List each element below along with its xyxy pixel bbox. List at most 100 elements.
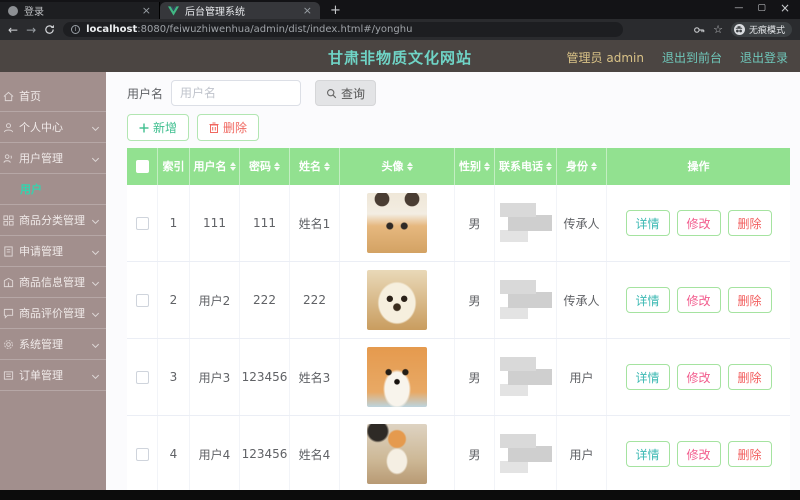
browser-tab-admin[interactable]: 后台管理系统 × xyxy=(160,2,320,19)
chevron-down-icon xyxy=(91,216,100,224)
maximize-button[interactable]: ▢ xyxy=(757,3,766,13)
search-icon xyxy=(327,88,337,98)
profile-icon xyxy=(2,121,14,133)
chevron-down-icon xyxy=(91,247,100,255)
address-bar[interactable]: i localhost:8080/feiwuzhiwenhua/admin/di… xyxy=(63,22,624,37)
sidebar-item-personal-center[interactable]: 个人中心 xyxy=(0,112,106,143)
col-name[interactable]: 姓名 xyxy=(290,148,340,185)
chevron-down-icon xyxy=(91,371,100,379)
row-delete-button[interactable]: 删除 xyxy=(727,364,772,390)
col-username[interactable]: 用户名 xyxy=(190,148,240,185)
bookmark-star-icon[interactable]: ☆ xyxy=(713,23,723,36)
close-window-button[interactable]: × xyxy=(780,1,790,15)
detail-button[interactable]: 详情 xyxy=(625,287,670,313)
sidebar-item-product-category[interactable]: 商品分类管理 xyxy=(0,205,106,236)
forward-icon[interactable]: → xyxy=(26,24,36,36)
row-checkbox[interactable] xyxy=(135,370,149,384)
col-avatar[interactable]: 头像 xyxy=(340,148,455,185)
col-index: 索引 xyxy=(158,148,190,185)
row-delete-button[interactable]: 删除 xyxy=(727,210,772,236)
query-button[interactable]: 查询 xyxy=(315,80,377,106)
cell-name: 姓名3 xyxy=(290,339,340,415)
col-identity[interactable]: 身份 xyxy=(557,148,607,185)
cell-password: 111 xyxy=(240,185,290,261)
review-icon xyxy=(2,307,14,319)
sort-icon[interactable] xyxy=(591,162,597,171)
url-path: :8080/feiwuzhiwenhua/admin/dist/index.ht… xyxy=(137,24,413,35)
admin-user-label: 管理员 admin xyxy=(566,51,644,65)
browser-tab-login[interactable]: 登录 × xyxy=(0,2,160,19)
cell-gender: 男 xyxy=(455,339,495,415)
edit-button[interactable]: 修改 xyxy=(676,364,721,390)
close-tab-icon[interactable]: × xyxy=(303,4,312,17)
cell-index: 4 xyxy=(158,416,190,492)
order-icon xyxy=(2,369,14,381)
table-row: 2 用户2 222 222 男 传承人 详情 修改 删除 xyxy=(127,262,790,339)
logout-link[interactable]: 退出登录 xyxy=(740,49,788,66)
action-buttons: 新增 删除 xyxy=(127,114,260,141)
main-content: 用户名 查询 新增 删除 索引 用户名 密码 xyxy=(106,72,800,500)
minimize-button[interactable]: — xyxy=(734,3,743,13)
sidebar-item-home[interactable]: 首页 xyxy=(0,81,106,112)
sidebar-item-application-management[interactable]: 申请管理 xyxy=(0,236,106,267)
col-gender[interactable]: 性别 xyxy=(455,148,495,185)
sort-icon[interactable] xyxy=(274,162,280,171)
sidebar-item-system-management[interactable]: 系统管理 xyxy=(0,329,106,360)
detail-button[interactable]: 详情 xyxy=(625,441,670,467)
add-button-label: 新增 xyxy=(153,121,178,135)
sidebar: 首页 个人中心 用户管理 用户 商品分类管理 申请管理 商品信息管理 商品评价管… xyxy=(0,72,106,490)
back-icon[interactable]: ← xyxy=(8,24,18,36)
url-text: localhost:8080/feiwuzhiwenhua/admin/dist… xyxy=(86,24,412,35)
sort-icon[interactable] xyxy=(546,162,552,171)
sidebar-item-order-management[interactable]: 订单管理 xyxy=(0,360,106,391)
row-checkbox[interactable] xyxy=(135,447,149,461)
col-phone[interactable]: 联系电话 xyxy=(495,148,557,185)
cell-username: 用户3 xyxy=(190,339,240,415)
cell-username: 用户2 xyxy=(190,262,240,338)
exit-to-front-link[interactable]: 退出到前台 xyxy=(662,49,722,66)
col-password[interactable]: 密码 xyxy=(240,148,290,185)
cell-identity: 传承人 xyxy=(557,262,607,338)
row-delete-button[interactable]: 删除 xyxy=(727,441,772,467)
chevron-down-icon xyxy=(91,309,100,317)
username-search-input[interactable] xyxy=(171,80,302,106)
close-tab-icon[interactable]: × xyxy=(142,4,151,17)
edit-button[interactable]: 修改 xyxy=(676,210,721,236)
page-info-icon[interactable]: i xyxy=(71,25,81,34)
detail-button[interactable]: 详情 xyxy=(625,210,670,236)
edit-button[interactable]: 修改 xyxy=(676,441,721,467)
sidebar-item-user-active[interactable]: 用户 xyxy=(0,174,106,205)
avatar xyxy=(367,424,427,484)
sort-icon[interactable] xyxy=(484,162,490,171)
trash-icon xyxy=(209,122,219,133)
sidebar-item-user-management[interactable]: 用户管理 xyxy=(0,143,106,174)
cell-password: 123456 xyxy=(240,416,290,492)
delete-button[interactable]: 删除 xyxy=(197,114,260,141)
row-checkbox[interactable] xyxy=(135,293,149,307)
goods-icon xyxy=(2,276,14,288)
cell-gender: 男 xyxy=(455,262,495,338)
sort-icon[interactable] xyxy=(229,162,236,171)
apply-icon xyxy=(2,245,14,257)
sidebar-item-product-review[interactable]: 商品评价管理 xyxy=(0,298,106,329)
password-key-icon[interactable] xyxy=(693,24,705,36)
table-row: 4 用户4 123456 姓名4 男 用户 详情 修改 删除 xyxy=(127,416,790,493)
detail-button[interactable]: 详情 xyxy=(625,364,670,390)
incognito-label: 无痕模式 xyxy=(748,26,785,36)
sort-icon[interactable] xyxy=(406,162,413,171)
browser-toolbar: ← → i localhost:8080/feiwuzhiwenhua/admi… xyxy=(0,19,800,40)
row-delete-button[interactable]: 删除 xyxy=(727,287,772,313)
select-all-checkbox[interactable] xyxy=(135,160,149,173)
plus-icon xyxy=(139,123,149,132)
new-tab-button[interactable]: + xyxy=(320,2,351,19)
edit-button[interactable]: 修改 xyxy=(676,287,721,313)
cell-name: 姓名4 xyxy=(290,416,340,492)
incognito-badge: 无痕模式 xyxy=(730,22,792,37)
cell-password: 222 xyxy=(240,262,290,338)
sort-icon[interactable] xyxy=(324,162,330,171)
browser-window: 登录 × 后台管理系统 × + — ▢ × ← → i localhost:80… xyxy=(0,0,800,500)
add-button[interactable]: 新增 xyxy=(127,114,190,141)
reload-icon[interactable] xyxy=(44,24,55,35)
row-checkbox[interactable] xyxy=(135,216,149,230)
sidebar-item-product-info[interactable]: 商品信息管理 xyxy=(0,267,106,298)
